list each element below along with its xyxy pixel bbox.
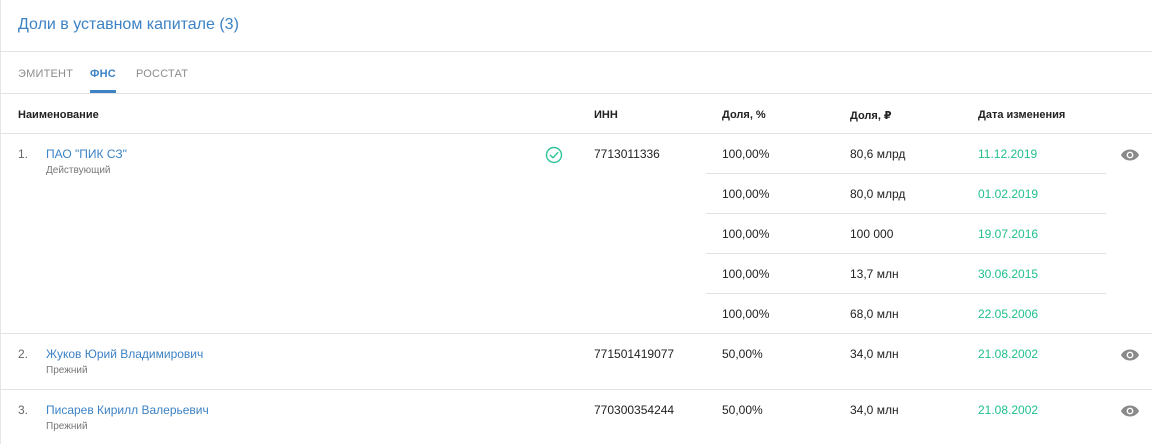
share-pct: 50,00%: [722, 403, 763, 417]
tab-issuer[interactable]: ЭМИТЕНТ: [18, 68, 73, 80]
panel-title: Доли в уставном капитале (3): [18, 16, 239, 33]
active-tab-indicator: [90, 90, 116, 93]
share-pct: 100,00%: [722, 267, 770, 281]
row-number: 3.: [18, 403, 29, 417]
change-date: 11.12.2019: [978, 147, 1038, 161]
history-divider: [706, 293, 1106, 294]
column-header-share-rub: Доля, ₽: [850, 110, 892, 122]
table-row: 1. ПАО "ПИК СЗ" Действующий 7713011336 1…: [1, 134, 1152, 334]
share-rub: 34,0 млн: [850, 403, 899, 417]
eye-icon[interactable]: [1120, 148, 1140, 167]
share-pct: 100,00%: [722, 147, 770, 161]
table-header: Наименование ИНН Доля, % Доля, ₽ Дата из…: [1, 94, 1152, 134]
share-rub: 100 000: [850, 227, 894, 241]
column-header-name: Наименование: [18, 109, 99, 121]
shares-panel: Доли в уставном капитале (3) ЭМИТЕНТ ФНС…: [0, 0, 1152, 444]
tab-fns[interactable]: ФНС: [90, 68, 116, 80]
table-row: 3. Писарев Кирилл Валерьевич Прежний 770…: [1, 390, 1152, 444]
change-date: 21.08.2002: [978, 347, 1039, 361]
column-header-inn: ИНН: [594, 109, 618, 121]
share-rub: 80,6 млрд: [850, 147, 906, 161]
panel-header: Доли в уставном капитале (3): [1, 0, 1152, 52]
owner-status: Действующий: [46, 165, 111, 176]
share-rub: 13,7 млн: [850, 267, 899, 281]
column-header-date: Дата изменения: [978, 109, 1066, 121]
check-circle-icon: [545, 146, 563, 169]
inn-value: 771501419077: [594, 347, 675, 361]
share-pct: 100,00%: [722, 187, 770, 201]
inn-value: 7713011336: [594, 147, 660, 161]
change-date: 19.07.2016: [978, 227, 1039, 241]
change-date: 01.02.2019: [978, 187, 1039, 201]
row-number: 2.: [18, 347, 29, 361]
owner-status: Прежний: [46, 421, 88, 432]
eye-icon[interactable]: [1120, 404, 1140, 423]
change-date: 21.08.2002: [978, 403, 1039, 417]
history-divider: [706, 213, 1106, 214]
eye-icon[interactable]: [1120, 348, 1140, 367]
change-date: 22.05.2006: [978, 307, 1039, 321]
inn-value: 770300354244: [594, 403, 675, 417]
row-number: 1.: [18, 147, 29, 161]
share-pct: 100,00%: [722, 307, 770, 321]
share-rub: 80,0 млрд: [850, 187, 906, 201]
column-header-share-pct: Доля, %: [722, 109, 766, 121]
change-date: 30.06.2015: [978, 267, 1039, 281]
owner-name-link[interactable]: ПАО "ПИК СЗ": [46, 147, 127, 161]
owner-status: Прежний: [46, 365, 88, 376]
share-pct: 100,00%: [722, 227, 770, 241]
history-divider: [706, 253, 1106, 254]
source-tabs: ЭМИТЕНТ ФНС РОССТАТ: [1, 52, 1152, 94]
owner-name-link[interactable]: Жуков Юрий Владимирович: [46, 347, 203, 361]
share-rub: 34,0 млн: [850, 347, 899, 361]
owner-name-link[interactable]: Писарев Кирилл Валерьевич: [46, 403, 209, 417]
share-pct: 50,00%: [722, 347, 763, 361]
table-row: 2. Жуков Юрий Владимирович Прежний 77150…: [1, 334, 1152, 390]
history-divider: [706, 173, 1106, 174]
share-rub: 68,0 млн: [850, 307, 899, 321]
tab-rosstat[interactable]: РОССТАТ: [136, 68, 188, 80]
